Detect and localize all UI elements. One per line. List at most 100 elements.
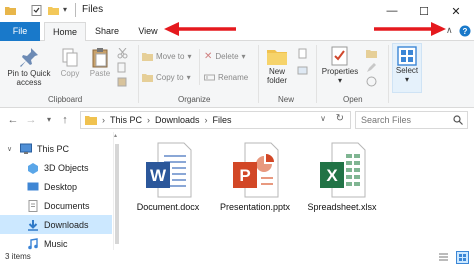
cut-icon xyxy=(117,48,128,59)
pin-label: Pin to Quick xyxy=(7,69,51,78)
tab-share[interactable]: Share xyxy=(88,22,126,41)
customize-qat-icon[interactable]: ▾ xyxy=(63,5,74,16)
properties-button[interactable]: Properties ▾ xyxy=(320,45,360,85)
desktop-icon xyxy=(27,182,39,190)
svg-text:?: ? xyxy=(463,27,468,36)
address-bar[interactable]: › This PC › Downloads › Files ∨ ↻ xyxy=(80,111,351,129)
rename-button[interactable]: Rename xyxy=(204,72,248,83)
new-folder-button[interactable]: New folder xyxy=(262,45,292,85)
title-bar: ▾ Files — ☐ ✕ xyxy=(0,0,474,22)
paste-icon xyxy=(92,48,108,68)
open-button[interactable] xyxy=(366,48,380,59)
sidebar-scrollbar[interactable]: ▴ xyxy=(114,132,120,250)
properties-icon xyxy=(331,46,348,66)
documents-icon xyxy=(28,199,38,212)
select-all-icon xyxy=(397,46,417,66)
breadcrumb-files[interactable]: Files xyxy=(213,115,232,125)
sidebar-item-label: Desktop xyxy=(44,181,78,192)
sidebar-item-label: Music xyxy=(44,238,68,249)
sidebar-item-label: Downloads xyxy=(44,219,89,230)
sidebar-item-label: 3D Objects xyxy=(44,162,89,173)
file-item-presentation[interactable]: P Presentation.pptx xyxy=(213,142,297,212)
scroll-up-icon[interactable]: ▴ xyxy=(114,132,117,139)
help-icon[interactable]: ? xyxy=(459,25,471,37)
edit-icon xyxy=(367,63,376,72)
breadcrumb-downloads[interactable]: Downloads xyxy=(155,115,200,125)
powerpoint-letter: P xyxy=(239,166,250,185)
tab-file[interactable]: File xyxy=(0,22,40,41)
history-button[interactable] xyxy=(366,76,380,87)
scroll-thumb[interactable] xyxy=(115,144,119,244)
new-item-icon xyxy=(298,48,307,59)
move-to-icon xyxy=(142,53,153,61)
collapse-ribbon-icon[interactable]: ∧ xyxy=(446,25,453,36)
back-button[interactable]: ← xyxy=(6,113,20,127)
forward-button[interactable]: → xyxy=(24,113,38,127)
address-dropdown-icon[interactable]: ∨ xyxy=(320,114,326,123)
open-icon xyxy=(366,50,377,58)
copy-path-icon xyxy=(117,62,126,73)
sidebar-item-documents[interactable]: Documents xyxy=(0,196,112,215)
rename-icon xyxy=(204,74,215,81)
navigation-pane: ∨ This PC 3D Objects Desktop Documents D… xyxy=(0,132,114,250)
item-count: 3 items xyxy=(5,252,31,261)
annotation-arrow-right xyxy=(374,22,446,36)
sidebar-item-3d-objects[interactable]: 3D Objects xyxy=(0,158,112,177)
tab-home[interactable]: Home xyxy=(44,22,86,42)
new-folder-icon[interactable] xyxy=(48,5,59,16)
move-to-button[interactable]: Move to ▾ xyxy=(142,51,191,62)
paste-button[interactable]: Paste xyxy=(86,47,114,78)
annotation-arrow-left xyxy=(164,22,236,36)
pin-to-quick-access-button[interactable]: Pin to Quick access xyxy=(4,47,54,87)
breadcrumb-chevron-icon: › xyxy=(147,115,151,125)
music-icon xyxy=(28,237,38,249)
details-view-icon[interactable] xyxy=(438,252,449,263)
delete-dropdown-icon: ▾ xyxy=(241,52,246,61)
large-icons-view-icon[interactable] xyxy=(456,251,469,264)
move-to-label: Move to xyxy=(156,52,185,61)
group-divider xyxy=(138,45,139,103)
edit-button[interactable] xyxy=(366,62,380,73)
properties-check-icon[interactable] xyxy=(31,5,42,16)
breadcrumb-chevron-icon: › xyxy=(102,115,105,125)
refresh-icon[interactable]: ↻ xyxy=(336,113,344,124)
copy-path-button[interactable] xyxy=(117,62,131,73)
window-title: Files xyxy=(82,4,104,15)
close-button[interactable]: ✕ xyxy=(440,0,472,22)
paste-shortcut-button[interactable] xyxy=(117,76,131,87)
copy-button[interactable]: Copy xyxy=(56,47,84,78)
file-item-spreadsheet[interactable]: X Spreadsheet.xlsx xyxy=(300,142,384,212)
file-item-document[interactable]: W Document.docx xyxy=(126,142,210,212)
cut-button[interactable] xyxy=(117,48,131,59)
maximize-button[interactable]: ☐ xyxy=(408,0,440,22)
sidebar-item-downloads[interactable]: Downloads xyxy=(0,215,112,234)
search-box[interactable] xyxy=(355,111,468,129)
collapse-chevron-icon[interactable]: ∨ xyxy=(7,145,12,153)
new-item-button[interactable] xyxy=(297,48,311,59)
search-input[interactable] xyxy=(361,115,453,125)
properties-label: Properties xyxy=(321,67,359,76)
recent-locations-icon[interactable]: ▾ xyxy=(42,113,56,127)
breadcrumb-this-pc[interactable]: This PC xyxy=(110,115,142,125)
copy-to-button[interactable]: Copy to ▾ xyxy=(142,72,191,83)
copy-to-label: Copy to xyxy=(156,73,184,82)
easy-access-icon xyxy=(297,66,308,75)
paste-shortcut-icon xyxy=(117,77,127,87)
delete-button[interactable]: ✕ Delete ▾ xyxy=(204,51,246,62)
sidebar-item-this-pc[interactable]: ∨ This PC xyxy=(0,139,112,158)
select-label: Select xyxy=(395,66,419,75)
minimize-button[interactable]: — xyxy=(376,0,408,22)
copy-label: Copy xyxy=(60,69,80,78)
select-button[interactable]: Select ▾ xyxy=(392,43,422,93)
easy-access-button[interactable] xyxy=(297,65,311,76)
sidebar-item-desktop[interactable]: Desktop xyxy=(0,177,112,196)
breadcrumb-chevron-icon: › xyxy=(204,115,208,125)
paste-label: Paste xyxy=(89,69,111,78)
history-icon xyxy=(366,76,377,87)
tab-view[interactable]: View xyxy=(130,22,166,41)
up-button[interactable]: ↑ xyxy=(58,113,72,127)
excel-icon: X xyxy=(320,142,366,198)
sidebar-item-label: This PC xyxy=(37,143,70,154)
sidebar-item-label: Documents xyxy=(44,200,90,211)
select-dropdown-icon: ▾ xyxy=(404,75,409,84)
